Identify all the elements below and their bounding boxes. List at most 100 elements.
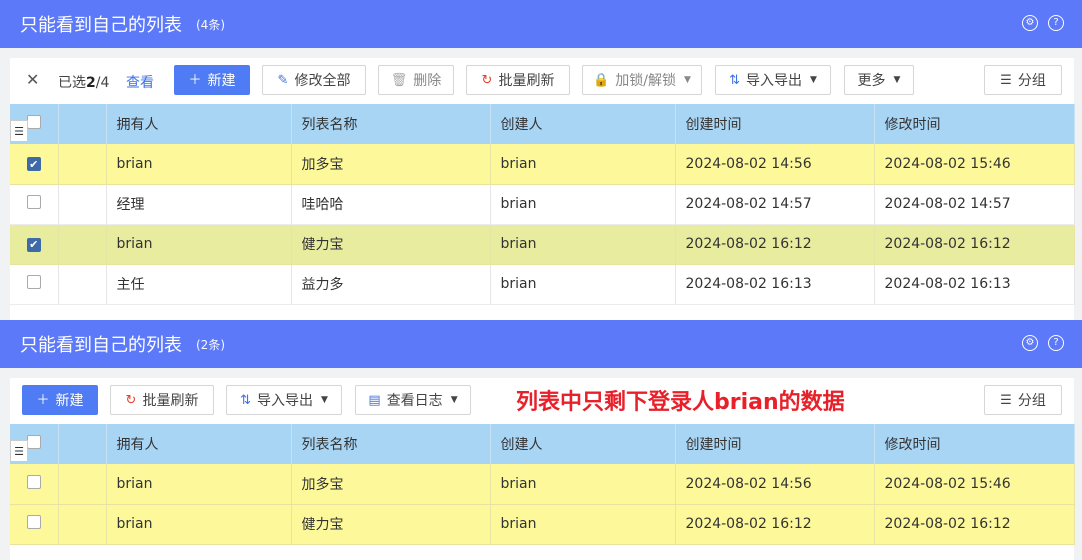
column-header-created-time[interactable]: 创建时间 bbox=[675, 424, 875, 464]
modified-time-cell: 2024-08-02 15:46 bbox=[874, 464, 1075, 505]
caret-down-icon: ▼ bbox=[450, 395, 458, 405]
row-status-header bbox=[58, 424, 107, 464]
modified-time-cell: 2024-08-02 16:13 bbox=[874, 264, 1075, 305]
group-button[interactable]: ☰ 分组 bbox=[984, 65, 1062, 95]
import-export-icon: ⇅ bbox=[729, 72, 740, 88]
creator-cell: brian bbox=[490, 464, 676, 505]
created-time-cell: 2024-08-02 14:57 bbox=[675, 184, 875, 225]
gear-icon[interactable]: ⚙ bbox=[1022, 15, 1038, 31]
selection-status: 已选2/4 bbox=[58, 75, 110, 91]
record-count: (2条) bbox=[196, 337, 225, 352]
modified-time-cell: 2024-08-02 16:12 bbox=[874, 224, 1075, 265]
import-export-icon: ⇅ bbox=[240, 392, 251, 408]
view-link[interactable]: 查看 bbox=[126, 72, 154, 92]
column-header-creator[interactable]: 创建人 bbox=[490, 424, 676, 464]
refresh-icon: ↻ bbox=[481, 72, 493, 88]
modified-time-cell: 2024-08-02 16:12 bbox=[874, 504, 1075, 545]
row-checkbox[interactable] bbox=[26, 195, 41, 209]
creator-cell: brian bbox=[490, 144, 676, 185]
top-toolbar: ✕ 已选2/4 查看 ＋新建 ✎ 修改全部 🗑 删除 ↻ 批量刷新 🔒 加锁/解锁 ▼ ⇅… bbox=[10, 58, 1074, 102]
row-checkbox[interactable]: ✔ bbox=[26, 237, 41, 252]
creator-cell: brian bbox=[490, 184, 676, 225]
column-header-owner[interactable]: 拥有人 bbox=[106, 104, 292, 144]
import-export-dropdown[interactable]: ⇅ 导入导出 ▼ bbox=[226, 385, 342, 415]
view-log-dropdown[interactable]: ▤ 查看日志 ▼ bbox=[355, 385, 471, 415]
column-header-creator[interactable]: 创建人 bbox=[490, 104, 676, 144]
created-time-cell: 2024-08-02 14:56 bbox=[675, 464, 875, 505]
column-settings-icon[interactable]: ☰ bbox=[10, 120, 28, 142]
bottom-panel-header: 只能看到自己的列表 (2条) ⚙ ? bbox=[0, 320, 1082, 368]
plus-icon: ＋ bbox=[188, 72, 202, 88]
table-row[interactable]: brian 加多宝 brian 2024-08-02 14:56 2024-08… bbox=[10, 464, 1075, 505]
record-count: (4条) bbox=[196, 17, 225, 32]
new-button[interactable]: ＋新建 bbox=[22, 385, 98, 415]
column-header-list-name[interactable]: 列表名称 bbox=[291, 104, 491, 144]
owner-cell: 经理 bbox=[106, 184, 292, 225]
pencil-icon: ✎ bbox=[277, 72, 289, 88]
row-checkbox[interactable]: ✔ bbox=[26, 157, 41, 172]
created-time-cell: 2024-08-02 14:56 bbox=[675, 144, 875, 185]
select-all-checkbox[interactable] bbox=[26, 435, 41, 449]
page-title: 只能看到自己的列表 bbox=[20, 15, 182, 36]
top-list-card: ✕ 已选2/4 查看 ＋新建 ✎ 修改全部 🗑 删除 ↻ 批量刷新 🔒 加锁/解锁 ▼ ⇅… bbox=[10, 58, 1075, 320]
gear-icon[interactable]: ⚙ bbox=[1022, 335, 1038, 351]
top-panel-header: 只能看到自己的列表 (4条) ⚙ ? bbox=[0, 0, 1082, 48]
caret-down-icon: ▼ bbox=[809, 75, 817, 85]
batch-refresh-button[interactable]: ↻ 批量刷新 bbox=[110, 385, 214, 415]
owner-cell: brian bbox=[106, 464, 292, 505]
caret-down-icon: ▼ bbox=[893, 75, 901, 85]
row-checkbox[interactable] bbox=[26, 275, 41, 289]
column-header-modified-time[interactable]: 修改时间 bbox=[874, 104, 1075, 144]
owner-cell: 主任 bbox=[106, 264, 292, 305]
edit-all-button[interactable]: ✎ 修改全部 bbox=[262, 65, 366, 95]
modified-time-cell: 2024-08-02 14:57 bbox=[874, 184, 1075, 225]
list-name-cell: 加多宝 bbox=[291, 464, 491, 505]
created-time-cell: 2024-08-02 16:12 bbox=[675, 504, 875, 545]
owner-cell: brian bbox=[106, 504, 292, 545]
row-status-header bbox=[58, 104, 107, 144]
column-settings-icon[interactable]: ☰ bbox=[10, 440, 28, 462]
creator-cell: brian bbox=[490, 504, 676, 545]
creator-cell: brian bbox=[490, 264, 676, 305]
close-icon[interactable]: ✕ bbox=[26, 70, 39, 89]
created-time-cell: 2024-08-02 16:13 bbox=[675, 264, 875, 305]
list-name-cell: 益力多 bbox=[291, 264, 491, 305]
lock-icon: 🔒 bbox=[593, 72, 610, 88]
help-icon[interactable]: ? bbox=[1048, 15, 1064, 31]
import-export-dropdown[interactable]: ⇅ 导入导出 ▼ bbox=[715, 65, 831, 95]
row-checkbox[interactable] bbox=[26, 474, 41, 489]
table-header-row: 拥有人 列表名称 创建人 创建时间 修改时间 bbox=[10, 424, 1075, 464]
owner-cell: brian bbox=[106, 144, 292, 185]
more-dropdown[interactable]: 更多 ▼ bbox=[844, 65, 914, 95]
table-row[interactable]: brian 健力宝 brian 2024-08-02 16:12 2024-08… bbox=[10, 504, 1075, 545]
column-header-modified-time[interactable]: 修改时间 bbox=[874, 424, 1075, 464]
table-row[interactable]: ✔ brian 健力宝 brian 2024-08-02 16:12 2024-… bbox=[10, 224, 1075, 265]
created-time-cell: 2024-08-02 16:12 bbox=[675, 224, 875, 265]
column-header-list-name[interactable]: 列表名称 bbox=[291, 424, 491, 464]
lock-unlock-dropdown[interactable]: 🔒 加锁/解锁 ▼ bbox=[582, 65, 702, 95]
plus-icon: ＋ bbox=[36, 392, 50, 408]
top-data-table: 拥有人 列表名称 创建人 创建时间 修改时间 ✔ brian 加多宝 brian… bbox=[10, 104, 1075, 305]
owner-cell: brian bbox=[106, 224, 292, 265]
table-row[interactable]: ✔ brian 加多宝 brian 2024-08-02 14:56 2024-… bbox=[10, 144, 1075, 185]
new-button[interactable]: ＋新建 bbox=[174, 65, 250, 95]
row-checkbox[interactable] bbox=[26, 515, 41, 529]
caret-down-icon: ▼ bbox=[683, 75, 691, 85]
select-all-checkbox[interactable] bbox=[26, 115, 41, 129]
modified-time-cell: 2024-08-02 15:46 bbox=[874, 144, 1075, 185]
table-row[interactable]: 主任 益力多 brian 2024-08-02 16:13 2024-08-02… bbox=[10, 264, 1075, 305]
group-button[interactable]: ☰ 分组 bbox=[984, 385, 1062, 415]
list-name-cell: 健力宝 bbox=[291, 504, 491, 545]
list-name-cell: 健力宝 bbox=[291, 224, 491, 265]
table-row[interactable]: 经理 哇哈哈 brian 2024-08-02 14:57 2024-08-02… bbox=[10, 184, 1075, 225]
menu-icon: ☰ bbox=[1000, 72, 1012, 88]
column-header-created-time[interactable]: 创建时间 bbox=[675, 104, 875, 144]
annotation-callout: 列表中只剩下登录人brian的数据 bbox=[516, 390, 845, 415]
list-name-cell: 加多宝 bbox=[291, 144, 491, 185]
help-icon[interactable]: ? bbox=[1048, 335, 1064, 351]
column-header-owner[interactable]: 拥有人 bbox=[106, 424, 292, 464]
refresh-icon: ↻ bbox=[125, 392, 137, 408]
list-name-cell: 哇哈哈 bbox=[291, 184, 491, 225]
delete-button[interactable]: 🗑 删除 bbox=[378, 65, 454, 95]
batch-refresh-button[interactable]: ↻ 批量刷新 bbox=[466, 65, 570, 95]
